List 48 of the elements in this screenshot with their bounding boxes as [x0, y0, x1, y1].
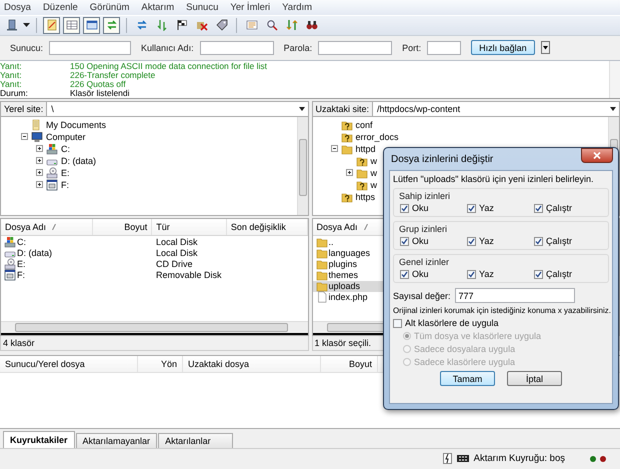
dialog-title: Dosya izinlerini değiştir — [390, 154, 494, 164]
log-label: Yanıt: — [0, 80, 23, 89]
group-title: Grup izinleri — [399, 224, 448, 234]
log-label: Yanıt: — [0, 62, 23, 71]
status-text: 4 klasör — [0, 336, 308, 351]
checkbox-label: Oku — [412, 203, 429, 213]
file-name: languages — [328, 248, 370, 258]
log-message: 150 Opening ASCII mode data connection for file list — [70, 62, 268, 71]
file-name: themes — [328, 270, 358, 280]
checkbox-label: Çalıştr — [546, 203, 572, 213]
checkbox-label: Alt klasörlere de uygula — [405, 318, 499, 328]
file-name: .. — [328, 237, 334, 248]
log-message: Klasör listelendi — [70, 88, 130, 98]
checkbox-label: Yaz — [479, 203, 494, 213]
file-type: Local Disk — [156, 237, 198, 248]
radio-label: Sadece dosyalara uygula — [414, 344, 516, 354]
site-label: Uzaktaki site: — [312, 102, 374, 116]
file-name: C: — [17, 237, 26, 248]
status-text: Aktarım Kuyruğu: boş — [474, 453, 565, 464]
checkbox-label: Oku — [412, 269, 429, 279]
file-name: plugins — [328, 259, 358, 270]
field-label: Parola: — [284, 42, 312, 53]
checkbox-label: Yaz — [479, 236, 494, 246]
file-type: Removable Disk — [156, 270, 222, 280]
log-message: 226-Transfer complete — [70, 70, 156, 80]
file-name: index.php — [328, 292, 368, 302]
radio-label: Sadece klasörlere uygula — [414, 357, 516, 367]
file-name: uploads — [328, 281, 360, 292]
file-name: D: (data) — [17, 248, 52, 258]
checkbox-label: Oku — [412, 236, 429, 246]
log-label: Durum: — [0, 88, 29, 98]
log-message: 226 Quotas off — [70, 80, 126, 89]
file-type: CD Drive — [156, 259, 193, 270]
file-name: F: — [17, 270, 25, 280]
checkbox-label: Yaz — [479, 269, 494, 279]
file-type: Local Disk — [156, 248, 198, 258]
site-label: Yerel site: — [1, 102, 48, 116]
field-label: Kullanıcı Adı: — [141, 42, 194, 53]
file-name: E: — [17, 259, 26, 270]
field-label: Port: — [402, 42, 422, 53]
checkbox-label: Çalıştr — [546, 236, 572, 246]
log-label: Yanıt: — [0, 70, 23, 80]
field-label: Sunucu: — [10, 42, 44, 53]
group-title: Sahip izinleri — [399, 191, 452, 201]
group-title: Genel izinler — [399, 257, 450, 267]
field-label: Sayısal değer: — [393, 290, 451, 300]
checkbox-label: Çalıştr — [546, 269, 572, 279]
instruction-text: Lütfen "uploads" klasörü için yeni izinleri belirleyin. — [393, 174, 594, 184]
